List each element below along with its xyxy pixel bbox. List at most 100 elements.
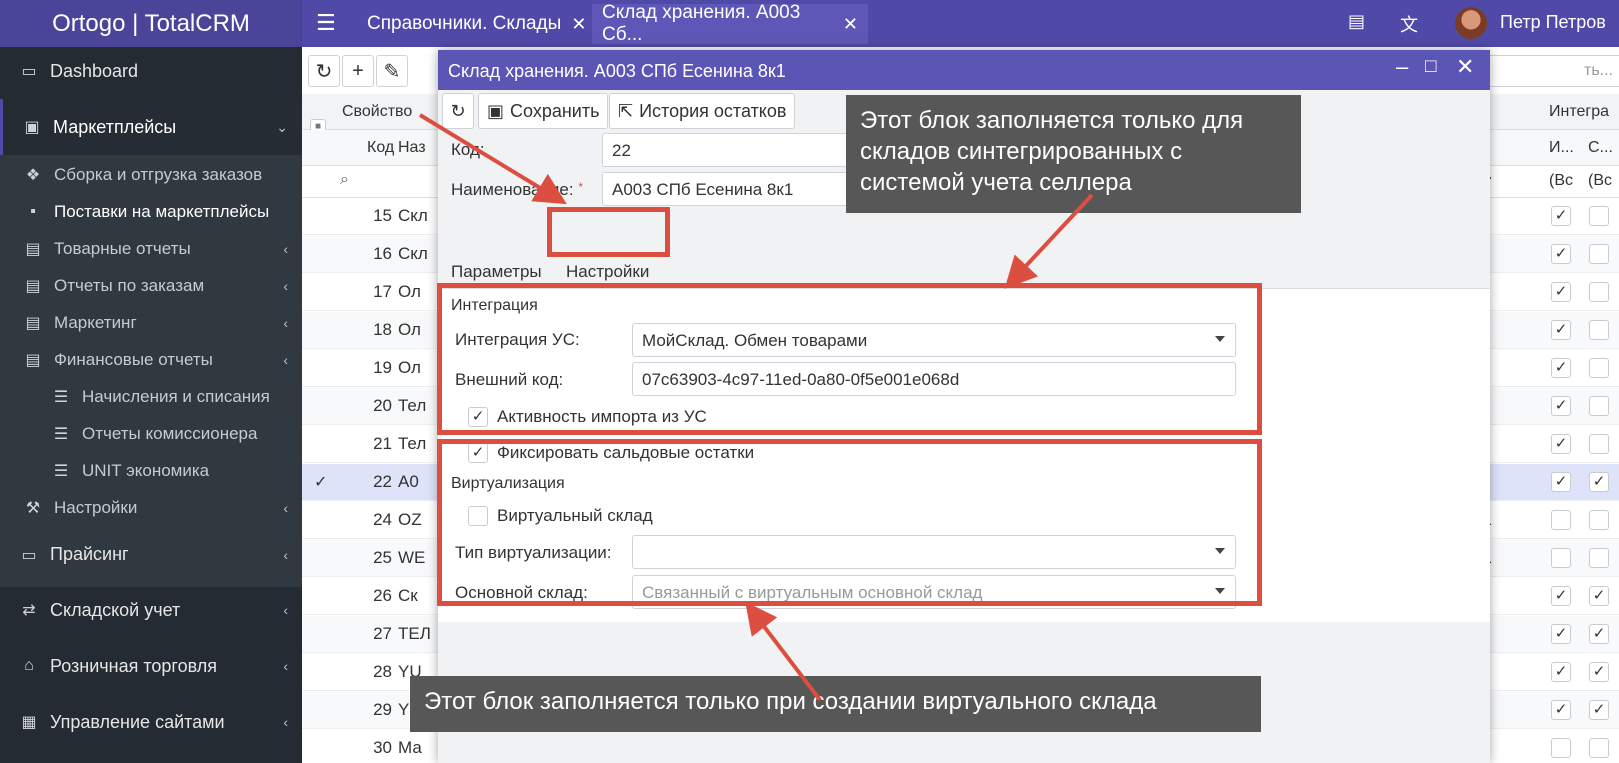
row-name: WE bbox=[398, 548, 426, 567]
header-properties[interactable]: Свойство bbox=[342, 103, 412, 121]
refresh-button[interactable]: ↻ bbox=[308, 55, 340, 87]
row-s-checkbox[interactable]: ✓ bbox=[1589, 586, 1609, 606]
filter-all-s[interactable]: (Вс bbox=[1588, 172, 1612, 190]
close-icon[interactable]: ✕ bbox=[571, 14, 586, 35]
header-integration[interactable]: Интегра bbox=[1549, 103, 1609, 121]
sidebar-item-retail[interactable]: ⌂ Розничная торговля ‹ bbox=[0, 638, 302, 694]
newspaper-icon: ▦ bbox=[21, 714, 37, 731]
sidebar-item-sites[interactable]: ▦ Управление сайтами ‹ bbox=[0, 694, 302, 750]
chevron-left-icon: ‹ bbox=[283, 546, 288, 563]
chevron-left-icon: ‹ bbox=[283, 314, 288, 331]
row-code: 22 bbox=[373, 472, 392, 491]
sidebar-item-label: Товарные отчеты bbox=[54, 238, 191, 258]
row-s-checkbox[interactable] bbox=[1589, 434, 1609, 454]
sidebar-item-financial-reports[interactable]: ▤ Финансовые отчеты ‹ bbox=[0, 341, 302, 378]
tab-warehouses-directory[interactable]: Справочники. Склады ✕ bbox=[357, 4, 596, 44]
chevron-left-icon: ‹ bbox=[283, 658, 288, 674]
sidebar-item-assembly[interactable]: ❖ Сборка и отгрузка заказов bbox=[0, 156, 302, 193]
save-button[interactable]: ▣ Сохранить bbox=[478, 93, 609, 129]
search-icon: ⌕ bbox=[340, 171, 349, 188]
row-s-checkbox[interactable]: ✓ bbox=[1589, 662, 1609, 682]
row-s-checkbox[interactable]: ✓ bbox=[1589, 472, 1609, 492]
selected-check-icon[interactable]: ✓ bbox=[314, 472, 327, 492]
row-i-checkbox[interactable]: ✓ bbox=[1551, 396, 1571, 416]
chevron-left-icon: ‹ bbox=[283, 499, 288, 516]
maximize-icon[interactable]: □ bbox=[1425, 56, 1436, 78]
sidebar-item-label: Маркетплейсы bbox=[53, 116, 177, 137]
row-s-checkbox[interactable] bbox=[1589, 206, 1609, 226]
sidebar-item-commission-reports[interactable]: ☰ Отчеты комиссионера bbox=[0, 415, 302, 452]
close-icon[interactable]: ✕ bbox=[1456, 54, 1474, 80]
column-code[interactable]: Код bbox=[367, 139, 394, 157]
sidebar-item-order-reports[interactable]: ▤ Отчеты по заказам ‹ bbox=[0, 267, 302, 304]
row-s-checkbox[interactable]: ✓ bbox=[1589, 624, 1609, 644]
row-s-checkbox[interactable] bbox=[1589, 738, 1609, 758]
annotation-highlight-virtualization bbox=[437, 439, 1262, 606]
row-s-checkbox[interactable] bbox=[1589, 396, 1609, 416]
tab-parameters[interactable]: Параметры bbox=[451, 262, 542, 282]
sidebar-item-pricing[interactable]: ▭ Прайсинг ‹ bbox=[0, 527, 302, 582]
row-i-checkbox[interactable] bbox=[1551, 738, 1571, 758]
column-s[interactable]: С... bbox=[1588, 139, 1613, 157]
add-button[interactable]: + bbox=[342, 55, 374, 87]
row-i-checkbox[interactable]: ✓ bbox=[1551, 434, 1571, 454]
top-bar: Ortogo | TotalCRM ☰ Справочники. Склады … bbox=[0, 0, 1619, 47]
row-name: Скл bbox=[398, 206, 428, 225]
sidebar-item-charges[interactable]: ☰ Начисления и списания bbox=[0, 378, 302, 415]
table-icon: ▤ bbox=[25, 240, 41, 258]
row-s-checkbox[interactable] bbox=[1589, 548, 1609, 568]
row-i-checkbox[interactable]: ✓ bbox=[1551, 662, 1571, 682]
row-i-checkbox[interactable]: ✓ bbox=[1551, 700, 1571, 720]
minimize-icon[interactable]: – bbox=[1396, 54, 1408, 80]
row-i-checkbox[interactable]: ✓ bbox=[1551, 586, 1571, 606]
code-label: Код: bbox=[451, 140, 485, 159]
name-field[interactable]: А003 СПб Есенина 8к1 bbox=[602, 172, 862, 206]
row-i-checkbox[interactable] bbox=[1551, 548, 1571, 568]
language-icon[interactable]: 文 bbox=[1400, 11, 1418, 37]
row-s-checkbox[interactable] bbox=[1589, 510, 1609, 530]
sidebar-item-marketplaces[interactable]: ▣ Маркетплейсы ⌄ bbox=[0, 99, 302, 155]
column-i[interactable]: И... bbox=[1549, 139, 1574, 157]
plus-icon: + bbox=[352, 59, 364, 82]
sidebar-item-dashboard[interactable]: ▭ Dashboard bbox=[0, 47, 302, 95]
sidebar-item-settings[interactable]: ⚒ Настройки ‹ bbox=[0, 489, 302, 526]
row-i-checkbox[interactable] bbox=[1551, 510, 1571, 530]
table-icon: ▤ bbox=[25, 314, 41, 332]
stock-history-button[interactable]: ⇱ История остатков bbox=[609, 93, 796, 129]
row-i-checkbox[interactable]: ✓ bbox=[1551, 358, 1571, 378]
sidebar-item-warehouse[interactable]: ⇄ Складской учет ‹ bbox=[0, 582, 302, 638]
row-i-checkbox[interactable]: ✓ bbox=[1551, 244, 1571, 264]
code-field[interactable]: 22 bbox=[602, 133, 862, 167]
row-i-checkbox[interactable]: ✓ bbox=[1551, 206, 1571, 226]
user-name[interactable]: Петр Петров bbox=[1500, 12, 1606, 33]
row-s-checkbox[interactable]: ✓ bbox=[1589, 700, 1609, 720]
modal-refresh-button[interactable]: ↻ bbox=[442, 93, 474, 129]
brand-logo[interactable]: Ortogo | TotalCRM bbox=[0, 0, 302, 47]
edit-button[interactable]: ✎ bbox=[376, 55, 408, 87]
row-s-checkbox[interactable] bbox=[1589, 358, 1609, 378]
row-s-checkbox[interactable] bbox=[1589, 320, 1609, 340]
row-s-checkbox[interactable] bbox=[1589, 282, 1609, 302]
row-i-checkbox[interactable]: ✓ bbox=[1551, 282, 1571, 302]
chevron-left-icon: ‹ bbox=[283, 714, 288, 730]
sidebar-item-label: Сборка и отгрузка заказов bbox=[54, 164, 263, 184]
avatar[interactable] bbox=[1455, 7, 1487, 39]
column-name[interactable]: Наз bbox=[398, 139, 426, 157]
close-icon[interactable]: ✕ bbox=[843, 14, 858, 35]
sidebar-item-supplies[interactable]: ▪ Поставки на маркетплейсы bbox=[0, 193, 302, 230]
row-i-checkbox[interactable]: ✓ bbox=[1551, 472, 1571, 492]
row-i-checkbox[interactable]: ✓ bbox=[1551, 320, 1571, 340]
menu-toggle-icon[interactable]: ☰ bbox=[316, 10, 336, 36]
messages-icon[interactable]: ▤ bbox=[1348, 11, 1365, 32]
sidebar-item-marketing[interactable]: ▤ Маркетинг ‹ bbox=[0, 304, 302, 341]
row-s-checkbox[interactable] bbox=[1589, 244, 1609, 264]
row-name: Ол bbox=[398, 320, 421, 339]
filter-all-i[interactable]: (Вс bbox=[1549, 172, 1573, 190]
tab-settings[interactable]: Настройки bbox=[566, 262, 649, 282]
sidebar-item-unit-economics[interactable]: ☰ UNIT экономика bbox=[0, 452, 302, 489]
tab-label: Склад хранения. А003 Сб... bbox=[602, 2, 801, 45]
row-i-checkbox[interactable]: ✓ bbox=[1551, 624, 1571, 644]
name-label-text: Наименование: bbox=[451, 180, 574, 199]
tab-warehouse-storage[interactable]: Склад хранения. А003 Сб... ✕ bbox=[592, 2, 868, 45]
sidebar-item-product-reports[interactable]: ▤ Товарные отчеты ‹ bbox=[0, 230, 302, 267]
